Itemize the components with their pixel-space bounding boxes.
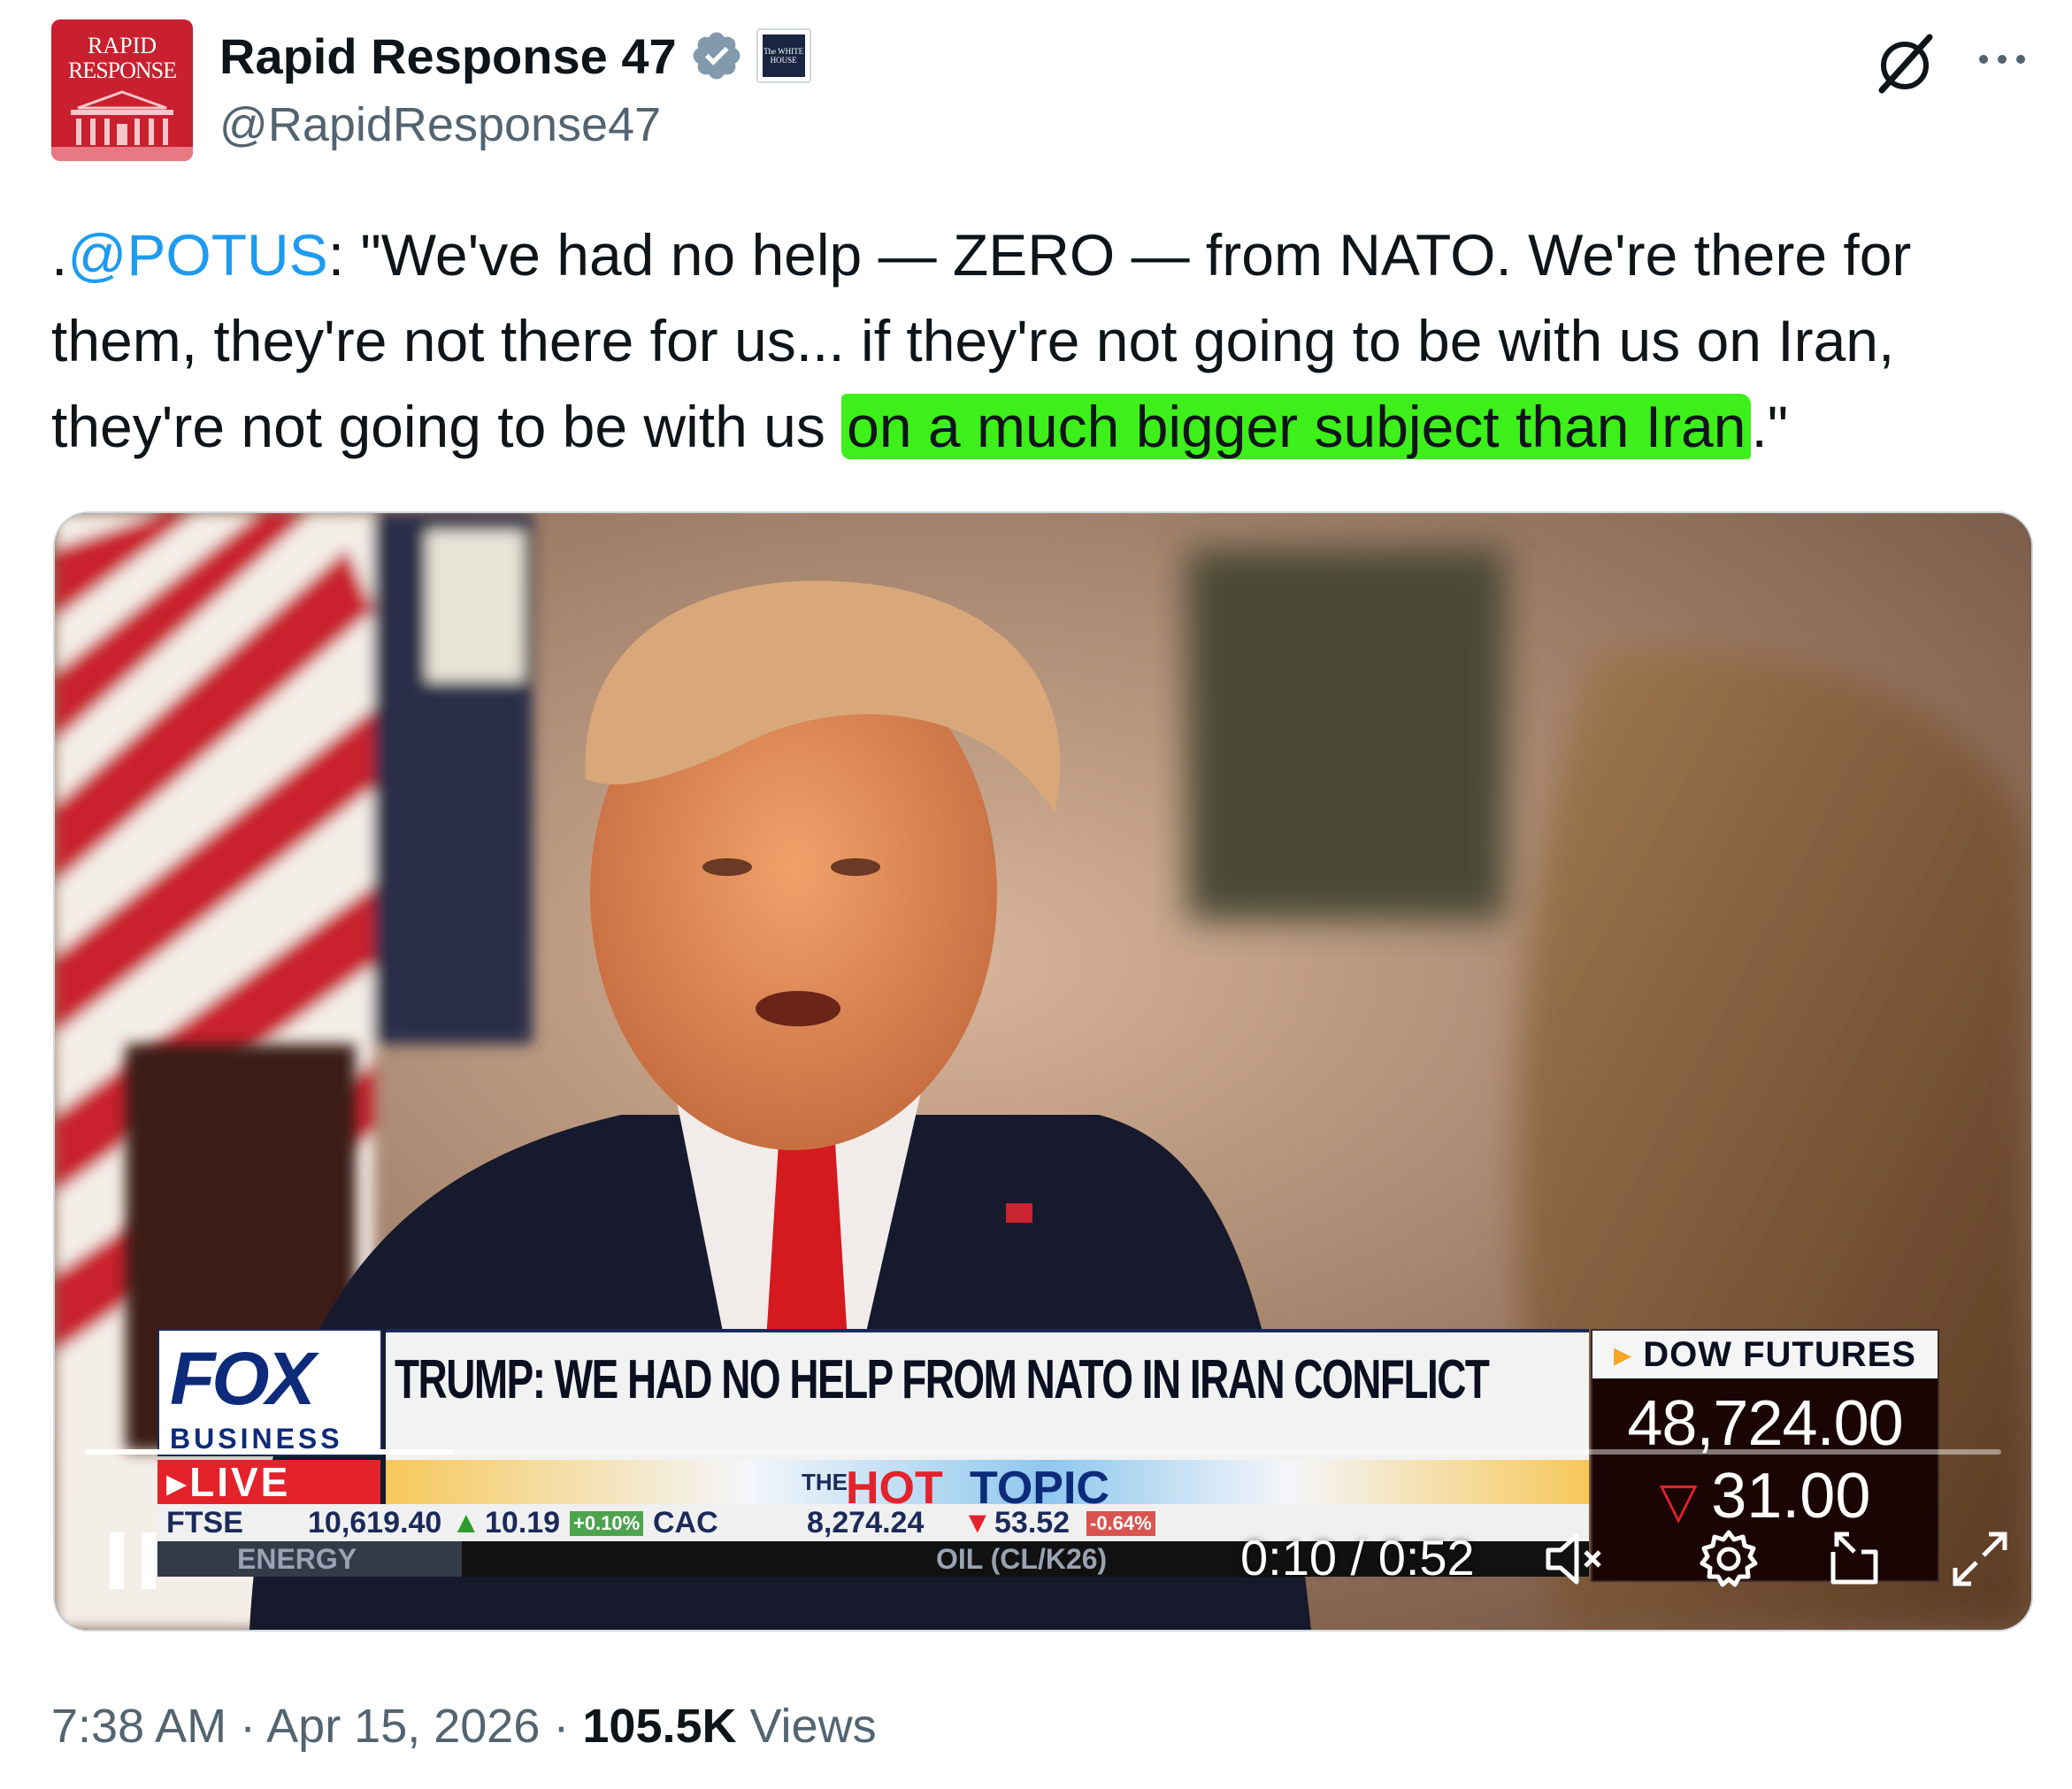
ticker-ftse-label: FTSE — [166, 1506, 243, 1539]
post-time[interactable]: 7:38 AM — [51, 1700, 226, 1753]
ticker-cac-label: CAC — [653, 1506, 718, 1539]
video-time-separator: / — [1337, 1530, 1378, 1586]
broadcast-lower-third: FOX BUSINESS ▸LIVE TRUMP: WE HAD NO HELP… — [157, 1329, 1991, 1582]
views-label: Views — [736, 1700, 877, 1753]
video-progress-bar[interactable] — [85, 1449, 2001, 1455]
settings-gear-icon[interactable] — [1697, 1527, 1761, 1591]
down-triangle-icon: ▽ — [1659, 1472, 1712, 1528]
dow-change-value: 31.00 — [1711, 1461, 1871, 1532]
metadata-separator-2: · — [540, 1700, 583, 1753]
white-house-icon — [51, 90, 193, 161]
dow-label: ▸ DOW FUTURES — [1592, 1331, 1938, 1378]
live-label: ▸LIVE — [157, 1460, 380, 1504]
name-row: Rapid Response 47 The WHITE HOUSE — [219, 25, 811, 87]
views-count: 105.5K — [582, 1700, 737, 1753]
grok-icon[interactable] — [1869, 28, 1940, 99]
tweet-metadata: 7:38 AM · Apr 15, 2026 · 105.5K Views — [51, 1699, 877, 1754]
ticker-oil-change: 53.52 — [994, 1506, 1071, 1539]
avatar-text-line1: RAPID — [87, 33, 157, 58]
ticker-oil-label: OIL (CL/K26) — [936, 1543, 1108, 1575]
affiliate-badge-text: The WHITE HOUSE — [762, 35, 805, 77]
video-time-display: 0:10 / 0:52 — [1240, 1529, 1475, 1586]
ticker-energy-label: ENERGY — [157, 1541, 462, 1577]
dow-label-text: DOW FUTURES — [1643, 1335, 1916, 1374]
dow-change: ▽ 31.00 — [1592, 1460, 1938, 1532]
affiliate-badge[interactable]: The WHITE HOUSE — [756, 28, 811, 83]
more-options-icon[interactable] — [1971, 28, 2033, 90]
handle[interactable]: @RapidResponse47 — [219, 97, 661, 152]
picture-in-picture-icon[interactable] — [1824, 1527, 1888, 1591]
topic-the: THE — [802, 1469, 848, 1495]
tweet-text-highlight: on a much bigger subject than Iran — [841, 394, 1752, 459]
video-progress-fill — [85, 1449, 453, 1455]
verified-badge-icon[interactable] — [689, 28, 744, 83]
down-arrow-icon: ▼ — [963, 1506, 993, 1539]
ticker-ftse-value: 10,619.40 — [308, 1506, 442, 1539]
video-player[interactable]: FOX BUSINESS ▸LIVE TRUMP: WE HAD NO HELP… — [53, 511, 2033, 1632]
topic-bar: THE HOT TOPIC — [386, 1460, 1589, 1514]
post-date[interactable]: Apr 15, 2026 — [266, 1700, 540, 1753]
broadcast-headline: TRUMP: WE HAD NO HELP FROM NATO IN IRAN … — [395, 1349, 1490, 1410]
play-triangle-icon: ▸ — [1614, 1335, 1644, 1374]
mute-icon[interactable] — [1541, 1527, 1605, 1591]
avatar-text-line2: RESPONSE — [67, 58, 177, 83]
network-logo-text: FOX — [170, 1337, 316, 1420]
ticker-ftse-pct: +0.10% — [570, 1511, 644, 1536]
headline-bar: TRUMP: WE HAD NO HELP FROM NATO IN IRAN … — [386, 1329, 1589, 1463]
mention-link[interactable]: @POTUS — [67, 222, 327, 288]
video-duration: 0:52 — [1377, 1530, 1475, 1586]
live-label-text: LIVE — [189, 1459, 291, 1505]
display-name[interactable]: Rapid Response 47 — [219, 27, 677, 85]
ticker-cac-value: 8,274.24 — [807, 1506, 925, 1539]
tweet-text: .@POTUS: "We've had no help — ZERO — fro… — [51, 212, 2033, 470]
metadata-separator: · — [226, 1700, 267, 1753]
network-logo: FOX BUSINESS — [157, 1329, 382, 1456]
ticker-oil-pct: -0.64% — [1086, 1511, 1155, 1536]
up-arrow-icon: ▲ — [451, 1506, 481, 1539]
ticker-ftse-change: 10.19 — [485, 1506, 561, 1539]
avatar[interactable]: RAPID RESPONSE — [51, 19, 193, 161]
pause-icon[interactable] — [106, 1531, 159, 1591]
tweet-header: RAPID RESPONSE Rapid Response 47 The WHI… — [51, 19, 2033, 161]
fullscreen-icon[interactable] — [1948, 1527, 2012, 1591]
video-current-time: 0:10 — [1240, 1530, 1337, 1586]
tweet-text-end: ." — [1751, 394, 1789, 459]
tweet-prefix: . — [51, 222, 68, 288]
